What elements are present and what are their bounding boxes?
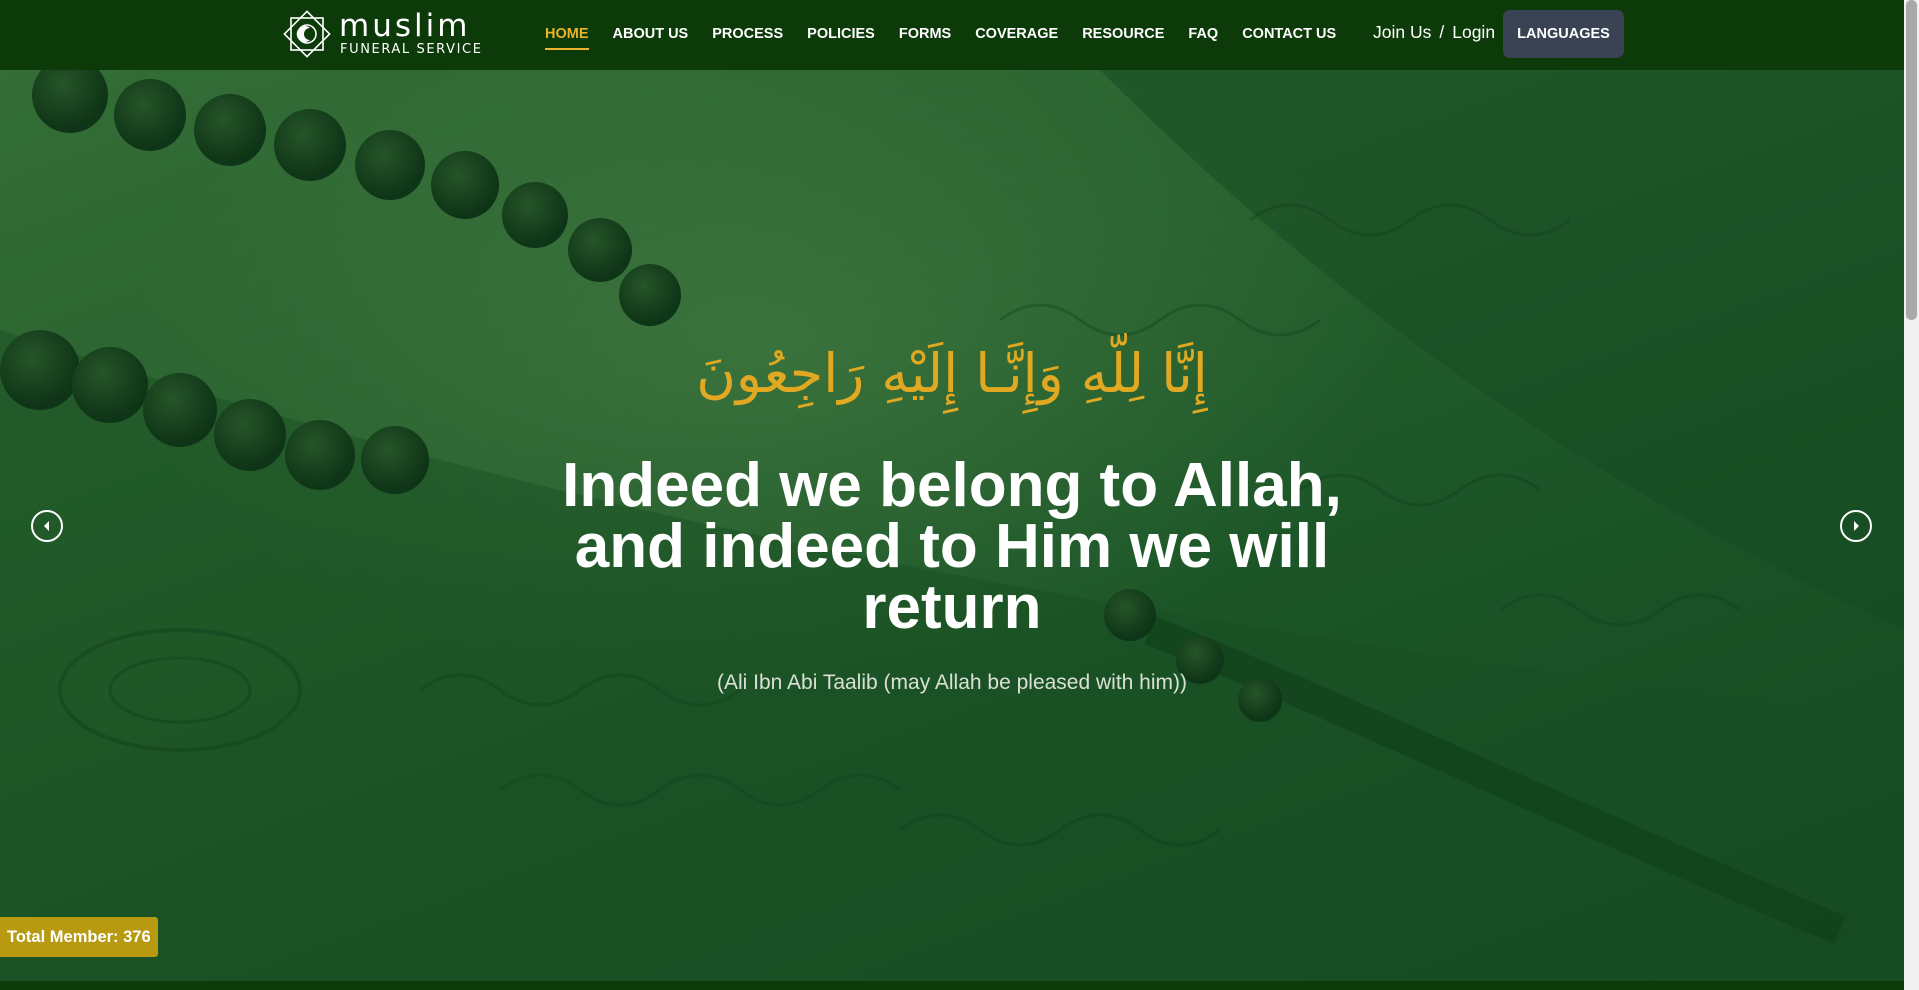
nav-resource[interactable]: RESOURCE [1082,25,1164,42]
nav-policies[interactable]: POLICIES [807,25,875,42]
logo-emblem-icon [283,10,331,58]
arabic-verse: إِنَّا لِلّهِ وَإِنَّـا إِلَيْهِ رَاجِعُ… [696,342,1208,405]
scrollbar-thumb[interactable] [1906,0,1917,320]
site-logo[interactable]: muslim FUNERAL SERVICE [279,6,483,62]
auth-links: Join Us / Login [1373,22,1495,43]
languages-button[interactable]: LANGUAGES [1503,10,1624,58]
site-header: muslim FUNERAL SERVICE HOME ABOUT US PRO… [0,0,1904,70]
chevron-left-icon [44,521,49,531]
nav-coverage[interactable]: COVERAGE [975,25,1058,42]
page-scrollbar[interactable] [1904,0,1919,990]
hero-headline: Indeed we belong to Allah, and indeed to… [562,451,1342,642]
nav-forms[interactable]: FORMS [899,25,951,42]
logo-wordmark: muslim [339,8,471,44]
total-member-badge: Total Member: 376 [0,917,158,957]
nav-about-us[interactable]: ABOUT US [613,25,689,42]
slider-prev-button[interactable] [31,510,63,542]
chevron-right-icon [1854,521,1859,531]
slider-next-button[interactable] [1840,510,1872,542]
nav-faq[interactable]: FAQ [1188,25,1218,42]
nav-home[interactable]: HOME [545,25,589,50]
hero-attribution: (Ali Ibn Abi Taalib (may Allah be please… [716,671,1187,694]
nav-contact-us[interactable]: CONTACT US [1242,25,1336,42]
join-us-link[interactable]: Join Us [1373,22,1431,43]
auth-separator: / [1439,22,1445,42]
main-nav: HOME ABOUT US PROCESS POLICIES FORMS COV… [545,0,1360,66]
hero-slider: إِنَّا لِلّهِ وَإِنَّـا إِلَيْهِ رَاجِعُ… [0,70,1904,981]
logo-subtitle: FUNERAL SERVICE [340,42,483,57]
login-link[interactable]: Login [1452,22,1495,43]
footer-strip [0,981,1904,990]
nav-process[interactable]: PROCESS [712,25,783,42]
